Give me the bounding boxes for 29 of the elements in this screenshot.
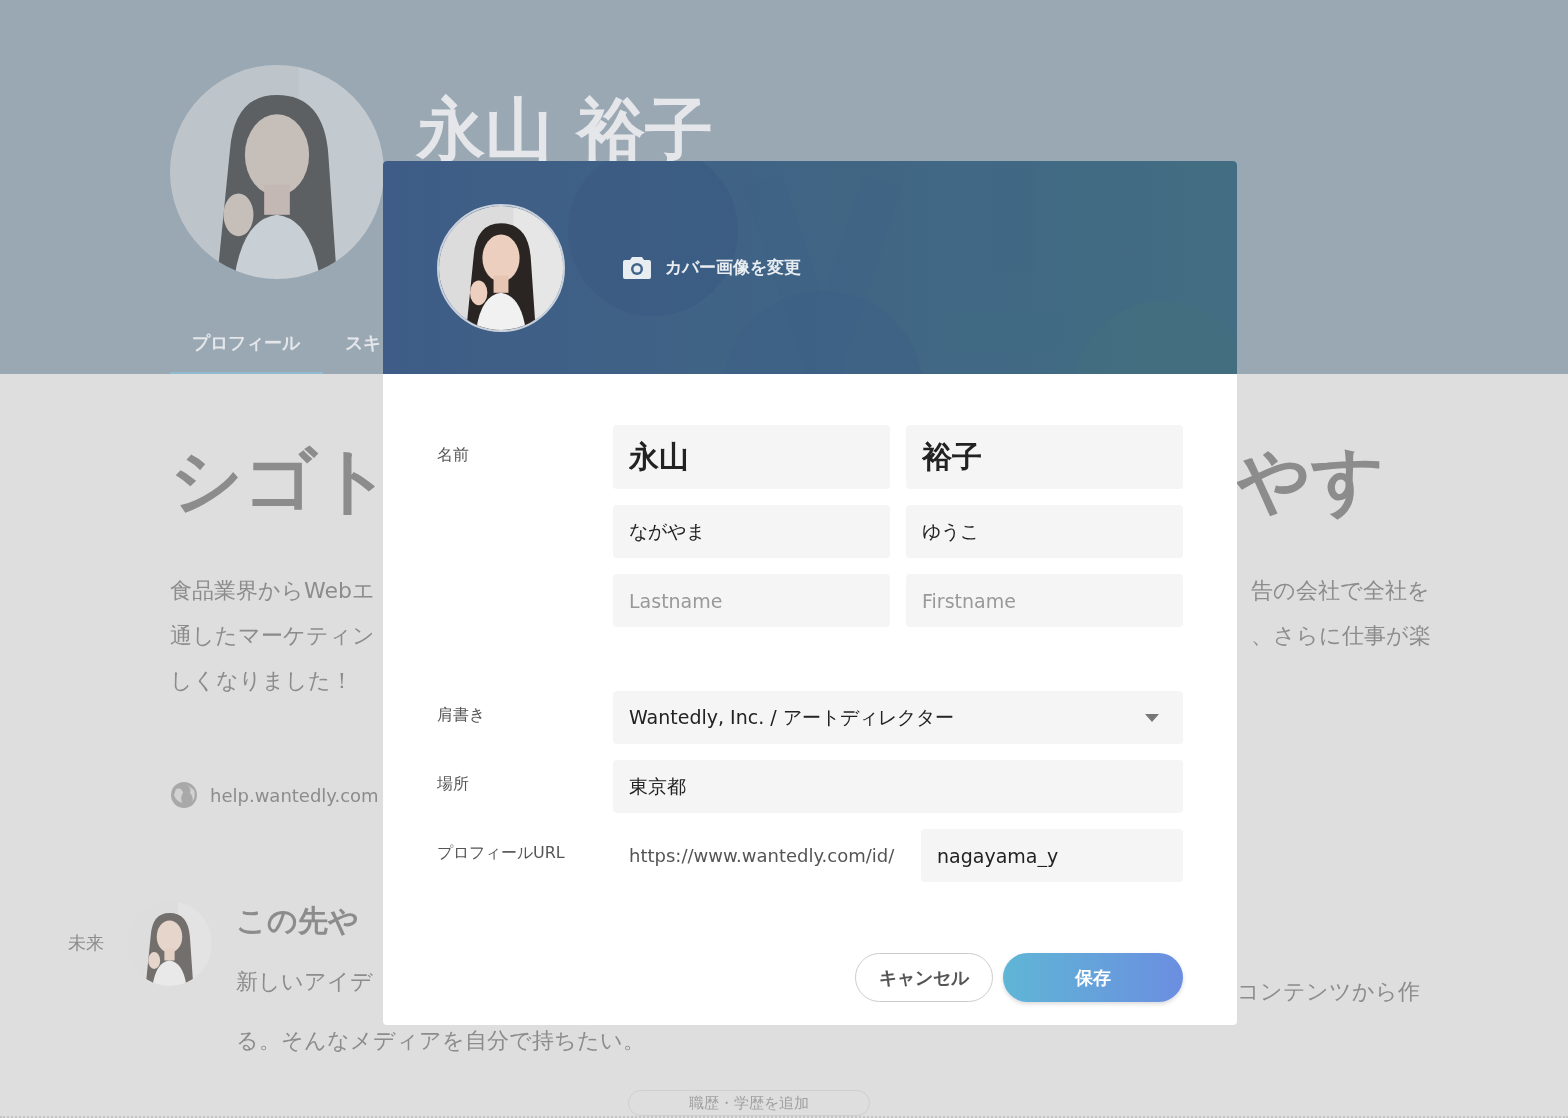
input-field[interactable]: 東京都 <box>613 760 1183 813</box>
input-field[interactable]: ながやま <box>613 505 890 558</box>
section-text: 新しいアイデ <box>236 968 374 996</box>
intro-text: 食品業界からWebエ <box>170 577 376 605</box>
input-field[interactable]: ゆうこ <box>906 505 1183 558</box>
field-label: 肩書き <box>437 704 486 726</box>
intro-text: しくなりました！ <box>170 667 354 695</box>
input-field[interactable]: nagayama_y <box>921 829 1183 882</box>
input-field[interactable]: Firstname <box>906 574 1183 627</box>
job-title-select[interactable]: Wantedly, Inc. / アートディレクター <box>613 691 1183 744</box>
section-text: コンテンツから作 <box>1237 978 1421 1006</box>
caret-icon <box>1145 713 1159 722</box>
section-heading: この先や <box>236 902 360 940</box>
headline: やす <box>1237 440 1386 520</box>
intro-text: 告の会社で全社を <box>1251 577 1431 605</box>
field-label: プロフィールURL <box>437 842 566 864</box>
field-label: 名前 <box>437 444 470 466</box>
section-label: 未来 <box>68 931 105 955</box>
section-text: る。そんなメディアを自分で持ちたい。 <box>236 1027 645 1055</box>
input-field[interactable]: 永山 <box>613 425 890 489</box>
input-field[interactable]: Lastname <box>613 574 890 627</box>
globe-icon <box>170 781 198 809</box>
url-prefix: https://www.wantedly.com/id/ <box>628 845 896 866</box>
headline: シゴト <box>170 440 383 520</box>
field-label: 場所 <box>437 773 470 795</box>
intro-text: 、さらに仕事が楽 <box>1251 622 1432 650</box>
cancel-button[interactable]: キャンセル <box>855 953 993 1002</box>
profile-name: 永山 裕子 <box>417 93 713 168</box>
intro-text: 通したマーケティン <box>170 622 376 650</box>
